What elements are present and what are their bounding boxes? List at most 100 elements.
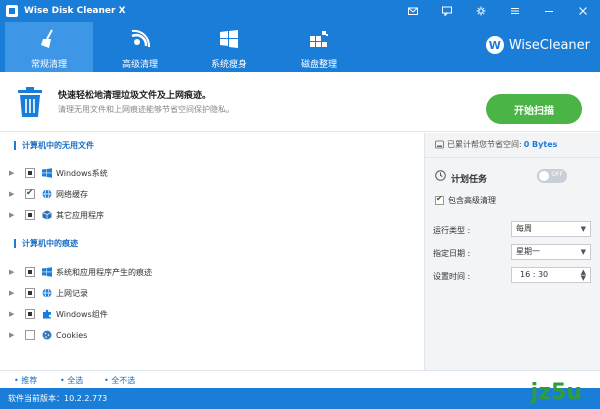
globe-icon: [42, 189, 52, 199]
divider: [425, 157, 600, 158]
banner-title: 快速轻松地清理垃圾文件及上网痕迹。: [58, 91, 212, 101]
schedule-title: 计划任务: [451, 175, 488, 185]
item-label: 系统和应用程序产生的痕迹: [56, 267, 152, 277]
item-checkbox[interactable]: [25, 267, 35, 277]
status-bar: 软件当前版本：10.2.2.773: [0, 388, 600, 409]
tab-label: 系统瘦身: [210, 60, 247, 70]
list-item[interactable]: ▶ 系统和应用程序产生的痕迹: [0, 265, 420, 279]
expand-arrow-icon[interactable]: ▶: [9, 169, 14, 177]
minimize-icon[interactable]: [532, 0, 566, 22]
window-controls: [396, 0, 600, 22]
saved-space: 已累计帮您节省空间: 0 Bytes: [435, 139, 557, 150]
close-icon[interactable]: [566, 0, 600, 22]
day-value: 星期一: [516, 247, 540, 256]
list-item[interactable]: ▶ 上网记录: [0, 286, 420, 300]
version-text: 软件当前版本：10.2.2.773: [8, 394, 108, 403]
tab-label: 常规清理: [30, 60, 67, 70]
time-input[interactable]: 16 : 30 ▲ ▼: [511, 267, 591, 283]
globe-icon: [42, 288, 52, 298]
puzzle-icon: [43, 309, 51, 319]
title-bar: Wise Disk Cleaner X: [0, 0, 600, 22]
tab-common-clean[interactable]: 常规清理: [5, 22, 93, 72]
brand-name: WiseCleaner: [508, 37, 590, 53]
item-label: 网络缓存: [56, 189, 88, 199]
chevron-down-icon: ▼: [580, 225, 586, 233]
toggle-knob: [539, 171, 549, 181]
wisecleaner-logo-icon: W: [485, 36, 504, 54]
mail-icon[interactable]: [396, 0, 430, 22]
box-icon: [42, 210, 52, 220]
item-label: 上网记录: [56, 288, 88, 298]
section-traces: 计算机中的痕迹: [14, 239, 78, 248]
tab-label: 磁盘整理: [300, 60, 337, 70]
item-label: Cookies: [56, 330, 88, 340]
spinner-icon[interactable]: ▲ ▼: [581, 269, 586, 282]
clean-items-pane: 计算机中的无用文件 ▶ Windows系统 ▶ 网络缓存 ▶ 其它应用程序 计算…: [0, 133, 424, 370]
windows-icon: [42, 267, 52, 277]
schedule-toggle[interactable]: OFF: [537, 169, 567, 183]
section-useless-files: 计算机中的无用文件: [14, 141, 94, 150]
expand-arrow-icon[interactable]: ▶: [9, 190, 14, 198]
selection-bar: • 推荐 • 全选 • 全不选: [0, 370, 600, 388]
run-type-select[interactable]: 每周 ▼: [511, 221, 591, 237]
list-item[interactable]: ▶ 网络缓存: [0, 187, 420, 201]
advanced-clean-icon: [131, 29, 151, 48]
expand-arrow-icon[interactable]: ▶: [9, 310, 14, 318]
day-label: 指定日期 :: [433, 249, 471, 258]
expand-arrow-icon[interactable]: ▶: [9, 289, 14, 297]
menu-icon[interactable]: [498, 0, 532, 22]
recommend-link[interactable]: • 推荐: [14, 375, 37, 386]
app-title: Wise Disk Cleaner X: [24, 6, 126, 16]
list-item[interactable]: ▶ Cookies: [0, 328, 420, 342]
banner-subtitle: 清理无用文件和上网痕迹能够节省空间保护隐私。: [58, 105, 234, 114]
trash-icon: [18, 87, 42, 117]
cookie-icon: [42, 330, 52, 340]
tab-system-slim[interactable]: 系统瘦身: [185, 22, 273, 72]
item-checkbox[interactable]: [25, 330, 35, 340]
expand-arrow-icon[interactable]: ▶: [9, 331, 14, 339]
start-scan-button[interactable]: 开始扫描: [486, 94, 582, 124]
select-all-link[interactable]: • 全选: [60, 375, 83, 386]
watermark-logo: jz5u: [530, 380, 582, 405]
windows-icon: [220, 30, 238, 48]
list-item[interactable]: ▶ Windows组件: [0, 307, 420, 321]
saved-label: 已累计帮您节省空间:: [447, 140, 522, 149]
select-none-link[interactable]: • 全不选: [104, 375, 135, 386]
clock-icon: [435, 170, 446, 181]
banner: 快速轻松地清理垃圾文件及上网痕迹。 清理无用文件和上网痕迹能够节省空间保护隐私。…: [0, 72, 600, 132]
schedule-pane: 已累计帮您节省空间: 0 Bytes 计划任务 OFF 包含高级清理 运行类型 …: [424, 133, 600, 370]
time-label: 设置时间 :: [433, 272, 471, 281]
item-label: Windows系统: [56, 168, 108, 178]
broom-icon: [41, 29, 53, 48]
list-item[interactable]: ▶ 其它应用程序: [0, 208, 420, 222]
disk-icon: [435, 140, 444, 149]
saved-value: 0 Bytes: [523, 140, 558, 149]
item-label: Windows组件: [56, 309, 108, 319]
toggle-label: OFF: [551, 171, 563, 178]
run-type-value: 每周: [516, 224, 532, 233]
tab-advanced-clean[interactable]: 高级清理: [96, 22, 184, 72]
list-item[interactable]: ▶ Windows系统: [0, 166, 420, 180]
run-type-label: 运行类型 :: [433, 226, 471, 235]
item-checkbox[interactable]: [25, 309, 35, 319]
item-checkbox[interactable]: [25, 210, 35, 220]
main-nav: 常规清理 高级清理 系统瘦身 磁盘整理 W WiseCleaner: [0, 22, 600, 72]
feedback-icon[interactable]: [430, 0, 464, 22]
item-checkbox[interactable]: [25, 288, 35, 298]
item-checkbox[interactable]: [25, 168, 35, 178]
include-advanced-label: 包含高级清理: [448, 196, 496, 205]
include-advanced-option[interactable]: 包含高级清理: [435, 194, 496, 206]
tab-label: 高级清理: [121, 60, 158, 70]
settings-icon[interactable]: [464, 0, 498, 22]
expand-arrow-icon[interactable]: ▶: [9, 268, 14, 276]
tab-defrag[interactable]: 磁盘整理: [275, 22, 363, 72]
expand-arrow-icon[interactable]: ▶: [9, 211, 14, 219]
include-advanced-checkbox[interactable]: [435, 194, 444, 205]
time-value: 16 : 30: [520, 270, 549, 279]
brand: W WiseCleaner: [485, 36, 590, 54]
windows-icon: [42, 168, 52, 178]
item-checkbox[interactable]: [25, 188, 35, 199]
defrag-icon: [310, 31, 328, 47]
chevron-down-icon: ▼: [580, 248, 586, 256]
day-select[interactable]: 星期一 ▼: [511, 244, 591, 260]
